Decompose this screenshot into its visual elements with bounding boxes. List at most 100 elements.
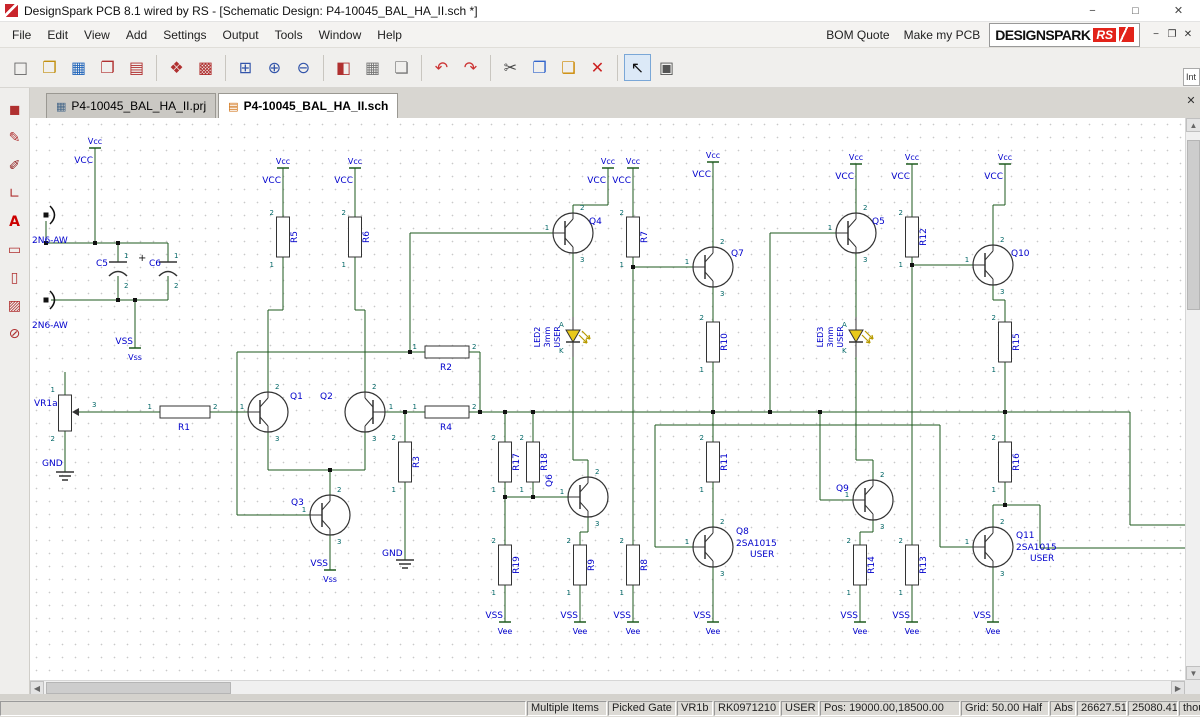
menu-edit[interactable]: Edit	[39, 28, 76, 42]
close-button[interactable]: ✕	[1157, 0, 1200, 22]
power-symbol-vcc[interactable]: Vcc VCC	[587, 157, 615, 186]
resistor-R9[interactable]: R9 2 1	[567, 537, 597, 597]
menu-window[interactable]: Window	[311, 28, 370, 42]
led-LED3[interactable]: AKLED3 3mm USER	[816, 317, 874, 357]
transistor-Q11[interactable]: 1 2 3	[965, 518, 1014, 578]
resistor-R17[interactable]: R17 2 1	[492, 434, 522, 494]
power-symbol-vcc[interactable]: Vcc VCC	[262, 157, 290, 186]
transistor-Q6[interactable]: 1 2 3	[560, 468, 609, 528]
tab-project[interactable]: ▦ P4-10045_BAL_HA_II.prj	[46, 93, 217, 118]
maximize-button[interactable]: □	[1114, 0, 1157, 22]
scroll-down-icon[interactable]: ▼	[1186, 666, 1200, 680]
add-symbol-button[interactable]: ▩	[192, 54, 219, 81]
save-button[interactable]: ▦	[65, 54, 92, 81]
select-button[interactable]: ↖	[624, 54, 651, 81]
power-symbol-vss[interactable]: VSS Vee	[693, 609, 720, 636]
bus-tool[interactable]: ✐	[3, 154, 27, 178]
power-symbol-vss[interactable]: VSS Vee	[613, 609, 640, 636]
minimize-button[interactable]: −	[1071, 0, 1114, 22]
resistor-R16[interactable]: R16 2 1	[992, 434, 1022, 494]
mdi-minimize-button[interactable]: −	[1148, 29, 1164, 40]
vertical-scroll-thumb[interactable]	[1187, 140, 1200, 310]
scroll-left-icon[interactable]: ◀	[30, 681, 44, 695]
resistor-R19[interactable]: R19 2 1	[492, 537, 522, 597]
paste-button[interactable]: ❑	[555, 54, 582, 81]
power-symbol-vcc[interactable]: Vcc VCC	[692, 151, 720, 180]
power-symbol-vcc[interactable]: Vcc VCC	[612, 157, 640, 186]
power-symbol-vss[interactable]: VSS Vee	[485, 609, 512, 636]
tab-close-icon[interactable]: ✕	[1185, 94, 1197, 107]
power-symbol-vcc[interactable]: Vcc VCC	[984, 153, 1012, 182]
transistor-Q1[interactable]: Q1 1 2 3	[240, 383, 303, 443]
select-tool[interactable]: ◼	[3, 98, 27, 122]
shape-fill-tool[interactable]: ▨	[3, 294, 27, 318]
zoom-out-button[interactable]: ⊖	[290, 54, 317, 81]
zoom-fit-button[interactable]: ⊞	[232, 54, 259, 81]
schematic-canvas[interactable]: Vcc VCC Vcc VCC Vcc VCC Vcc VCC Vcc VCC Vcc VCC Vcc V…	[30, 118, 1185, 680]
doc-shape-tool[interactable]: ▯	[3, 266, 27, 290]
no-connect-tool[interactable]: ⊘	[3, 322, 27, 346]
menu-settings[interactable]: Settings	[155, 28, 214, 42]
scroll-up-icon[interactable]: ▲	[1186, 118, 1200, 132]
led-LED2[interactable]: AKLED2 3mm USER	[533, 317, 591, 357]
redo-button[interactable]: ↷	[457, 54, 484, 81]
copy-button[interactable]: ❐	[526, 54, 553, 81]
resistor-R6[interactable]: R6 2 1	[342, 209, 372, 269]
menu-add[interactable]: Add	[118, 28, 155, 42]
vertical-scrollbar[interactable]: ▲ ▼	[1185, 118, 1200, 680]
resistor-R10[interactable]: R10 2 1	[700, 314, 730, 374]
text-tool[interactable]: A	[3, 210, 27, 234]
power-symbol-vcc[interactable]: Vcc VCC	[835, 153, 863, 182]
power-symbol-vcc[interactable]: Vcc VCC	[74, 137, 102, 166]
menu-help[interactable]: Help	[369, 28, 410, 42]
fill-button[interactable]: ◧	[330, 54, 357, 81]
power-symbol-vss[interactable]: VSS Vee	[892, 609, 919, 636]
mdi-close-button[interactable]: ✕	[1180, 29, 1196, 40]
open-button[interactable]: ❒	[36, 54, 63, 81]
add-component-button[interactable]: ❖	[163, 54, 190, 81]
ground-symbol[interactable]: GND	[382, 549, 414, 569]
resistor-R13[interactable]: R13 2 1	[899, 537, 929, 597]
ground-symbol[interactable]: GND	[42, 459, 74, 481]
interaction-button[interactable]: ▣	[653, 54, 680, 81]
delete-button[interactable]: ✕	[584, 54, 611, 81]
connection-tool[interactable]: ∟	[3, 182, 27, 206]
transistor-Q8[interactable]: 1 2 3	[685, 518, 734, 578]
menu-tools[interactable]: Tools	[267, 28, 311, 42]
menu-view[interactable]: View	[76, 28, 118, 42]
resistor-R15[interactable]: R15 2 1	[992, 314, 1022, 374]
interaction-bar-partial[interactable]: Int	[1183, 68, 1200, 86]
tab-schematic[interactable]: ▤ P4-10045_BAL_HA_II.sch	[218, 93, 399, 118]
new-button[interactable]: □	[7, 54, 34, 81]
resistor-R7[interactable]: R7 2 1	[620, 209, 650, 269]
transistor-Q3[interactable]: Q3123	[291, 486, 351, 546]
transistor-Q7[interactable]: Q7 1 2 3	[685, 238, 744, 298]
resistor-R8[interactable]: R8 2 1	[620, 537, 650, 597]
power-symbol-vcc[interactable]: Vcc VCC	[891, 153, 919, 182]
connector-jack[interactable]: 2N6-AW	[32, 205, 68, 246]
resistor-R3[interactable]: R3 2 1	[392, 434, 422, 494]
resistor-R2[interactable]: R2 1 2	[413, 343, 477, 373]
screenshot-button[interactable]: ❏	[388, 54, 415, 81]
resistor-R11[interactable]: R11 2 1	[700, 434, 730, 494]
capacitor-C6[interactable]: C6+ 1 2	[138, 252, 178, 290]
power-symbol-vss[interactable]: VSS Vss	[115, 335, 142, 362]
power-symbol-vss[interactable]: VSS Vee	[973, 609, 1000, 636]
horizontal-scroll-thumb[interactable]	[46, 682, 231, 694]
schematic-drawing[interactable]: VccVCC VccVCCVccVCCVccVCCVccVCCVccVCCVccV…	[30, 118, 1185, 680]
power-symbol-vcc[interactable]: Vcc VCC	[334, 157, 362, 186]
resistor-R1[interactable]: R1 1 2	[148, 403, 218, 433]
transistor-Q10[interactable]: Q10 1 2 3	[965, 236, 1030, 296]
resistor-R12[interactable]: R12 2 1	[899, 209, 929, 269]
bom-quote-link[interactable]: BOM Quote	[819, 28, 896, 42]
menu-output[interactable]: Output	[215, 28, 267, 42]
resistor-R14[interactable]: R14 2 1	[847, 537, 877, 597]
mdi-restore-button[interactable]: ❐	[1164, 29, 1180, 40]
connector-jack[interactable]: 2N6-AW	[32, 290, 68, 331]
power-symbol-vss[interactable]: VSS Vee	[560, 609, 587, 636]
power-symbol-vss[interactable]: VSS Vss	[310, 557, 337, 584]
print-button[interactable]: ❐	[94, 54, 121, 81]
doc-symbol-tool[interactable]: ▭	[3, 238, 27, 262]
resistor-R5[interactable]: R5 2 1	[270, 209, 300, 269]
make-my-pcb-link[interactable]: Make my PCB	[897, 28, 988, 42]
